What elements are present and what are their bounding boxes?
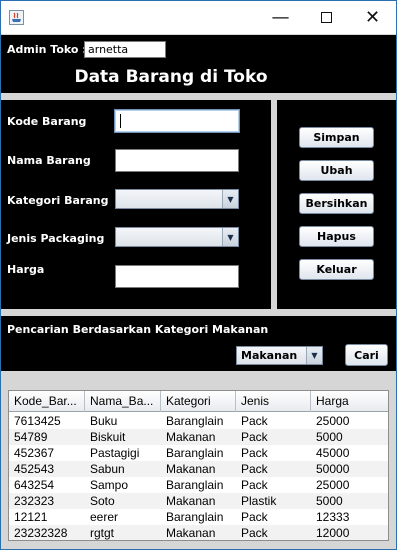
cell-nama: Sabun: [90, 462, 125, 476]
text-caret: [120, 114, 121, 128]
cell-kategori: Makanan: [166, 430, 216, 444]
java-app-icon: [9, 10, 24, 25]
maximize-button[interactable]: [304, 1, 349, 34]
cell-kode: 12121: [14, 510, 48, 524]
table-row[interactable]: 452543 Sabun Makanan Pack 50000: [9, 461, 388, 477]
chevron-down-icon[interactable]: ▼: [306, 347, 322, 364]
cell-jenis: Pack: [241, 478, 268, 492]
cell-kategori: Baranglain: [166, 446, 224, 460]
cell-kode: 7613425: [14, 414, 61, 428]
table-row[interactable]: 54789 Biskuit Makanan Pack 5000: [9, 429, 388, 445]
close-button[interactable]: ✕: [350, 1, 395, 34]
action-button-panel: Simpan Ubah Bersihkan Hapus Keluar: [277, 100, 396, 309]
nama-barang-label: Nama Barang: [7, 154, 91, 167]
harga-input[interactable]: [115, 265, 239, 288]
kode-barang-input[interactable]: [114, 109, 240, 133]
kategori-barang-label: Kategori Barang: [7, 194, 109, 207]
search-panel: Pencarian Berdasarkan Kategori Makanan M…: [1, 316, 396, 371]
page-title: Data Barang di Toko: [74, 67, 268, 87]
chevron-down-icon[interactable]: ▼: [222, 228, 238, 246]
cell-jenis: Pack: [241, 510, 268, 524]
cell-kode: 452543: [14, 462, 55, 476]
cell-harga: 50000: [316, 462, 350, 476]
nama-barang-input[interactable]: [115, 149, 239, 172]
form-panel: Kode Barang Nama Barang Kategori Barang …: [1, 100, 271, 309]
cell-kategori: Baranglain: [166, 414, 224, 428]
table-row[interactable]: 643254 Sampo Baranglain Pack 25000: [9, 477, 388, 493]
table-header: Kode_Bar... Nama_Ba... Kategori Jenis Ha…: [9, 391, 388, 412]
cell-harga: 25000: [316, 414, 350, 428]
title-bar: — ✕: [1, 1, 396, 34]
table-row[interactable]: 7613425 Buku Baranglain Pack 25000: [9, 413, 388, 429]
ubah-button[interactable]: Ubah: [299, 160, 374, 181]
cell-kategori: Makanan: [166, 526, 216, 540]
maximize-icon: [321, 12, 332, 23]
cell-nama: Soto: [90, 494, 115, 508]
hapus-button[interactable]: Hapus: [299, 226, 374, 247]
table-row[interactable]: 23232328 rgtgt Makanan Pack 12000: [9, 525, 388, 540]
cell-nama: Pastagigi: [90, 446, 140, 460]
column-header-kode[interactable]: Kode_Bar...: [9, 391, 85, 412]
harga-label: Harga: [7, 263, 45, 276]
kategori-barang-select[interactable]: ▼: [115, 189, 239, 209]
cell-jenis: Pack: [241, 414, 268, 428]
cell-jenis: Pack: [241, 462, 268, 476]
cell-kode: 452367: [14, 446, 55, 460]
column-header-harga[interactable]: Harga: [311, 391, 388, 412]
chevron-down-icon[interactable]: ▼: [222, 190, 238, 208]
cell-harga: 5000: [316, 430, 343, 444]
cari-button[interactable]: Cari: [345, 344, 388, 366]
bersihkan-button[interactable]: Bersihkan: [299, 193, 374, 214]
cell-jenis: Pack: [241, 430, 268, 444]
table-row[interactable]: 232323 Soto Makanan Plastik 5000: [9, 493, 388, 509]
table-body: 7613425 Buku Baranglain Pack 25000 54789…: [9, 413, 388, 540]
column-header-jenis[interactable]: Jenis: [236, 391, 311, 412]
header-panel: Admin Toko : arnetta Data Barang di Toko: [1, 35, 396, 93]
cell-harga: 12000: [316, 526, 350, 540]
cell-harga: 25000: [316, 478, 350, 492]
cell-nama: Sampo: [90, 478, 129, 492]
cell-kode: 643254: [14, 478, 55, 492]
column-header-kategori[interactable]: Kategori: [161, 391, 236, 412]
minimize-icon: —: [271, 7, 290, 28]
cell-kategori: Baranglain: [166, 478, 224, 492]
cell-nama: Biskuit: [90, 430, 126, 444]
kategori-search-select[interactable]: Makanan ▼: [236, 346, 323, 365]
cell-nama: Buku: [90, 414, 118, 428]
table-row[interactable]: 12121 eerer Baranglain Pack 12333: [9, 509, 388, 525]
cell-jenis: Pack: [241, 526, 268, 540]
column-header-nama[interactable]: Nama_Ba...: [85, 391, 161, 412]
cell-harga: 12333: [316, 510, 350, 524]
barang-table[interactable]: Kode_Bar... Nama_Ba... Kategori Jenis Ha…: [8, 390, 389, 541]
cell-kategori: Makanan: [166, 494, 216, 508]
cell-nama: rgtgt: [90, 526, 115, 540]
cell-kode: 232323: [14, 494, 55, 508]
keluar-button[interactable]: Keluar: [299, 259, 374, 280]
close-icon: ✕: [364, 7, 381, 28]
jenis-packaging-select[interactable]: ▼: [115, 227, 239, 247]
search-label: Pencarian Berdasarkan Kategori Makanan: [7, 323, 269, 336]
cell-harga: 45000: [316, 446, 350, 460]
cell-nama: eerer: [90, 510, 119, 524]
admin-label: Admin Toko :: [7, 43, 87, 56]
app-window: — ✕ Admin Toko : arnetta Data Barang di …: [0, 0, 397, 550]
admin-name-field: arnetta: [84, 41, 166, 58]
simpan-button[interactable]: Simpan: [299, 127, 374, 148]
cell-kode: 54789: [14, 430, 48, 444]
cell-jenis: Plastik: [241, 494, 277, 508]
table-row[interactable]: 452367 Pastagigi Baranglain Pack 45000: [9, 445, 388, 461]
kode-barang-label: Kode Barang: [7, 115, 87, 128]
cell-kode: 23232328: [14, 526, 68, 540]
cell-harga: 5000: [316, 494, 343, 508]
cell-kategori: Baranglain: [166, 510, 224, 524]
cell-jenis: Pack: [241, 446, 268, 460]
jenis-packaging-label: Jenis Packaging: [7, 232, 105, 245]
cell-kategori: Makanan: [166, 462, 216, 476]
minimize-button[interactable]: —: [258, 1, 303, 34]
